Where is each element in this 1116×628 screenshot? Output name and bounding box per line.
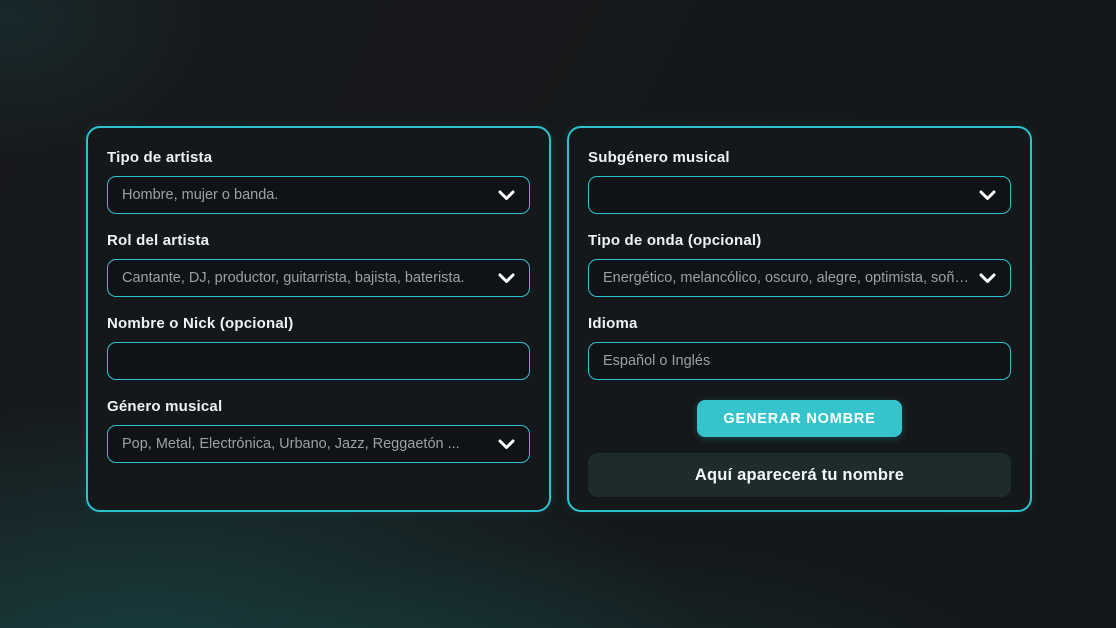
rol-del-artista-placeholder: Cantante, DJ, productor, guitarrista, ba… xyxy=(122,270,490,286)
subgenero-musical-label: Subgénero musical xyxy=(588,149,1011,166)
chevron-down-icon xyxy=(498,190,515,201)
idioma-label: Idioma xyxy=(588,315,1011,332)
genero-musical-placeholder: Pop, Metal, Electrónica, Urbano, Jazz, R… xyxy=(122,436,490,452)
generation-panel: Subgénero musical Tipo de onda (opcional… xyxy=(567,126,1032,512)
chevron-down-icon xyxy=(498,273,515,284)
nombre-nick-input[interactable] xyxy=(107,342,530,380)
chevron-down-icon xyxy=(498,439,515,450)
genero-musical-select[interactable]: Pop, Metal, Electrónica, Urbano, Jazz, R… xyxy=(107,425,530,463)
genero-musical-label: Género musical xyxy=(107,398,530,415)
tipo-de-artista-placeholder: Hombre, mujer o banda. xyxy=(122,187,490,203)
tipo-de-onda-placeholder: Energético, melancólico, oscuro, alegre,… xyxy=(603,270,971,286)
chevron-down-icon xyxy=(979,273,996,284)
generate-name-button[interactable]: GENERAR NOMBRE xyxy=(697,400,901,437)
field-row-nombre-nick: Nombre o Nick (opcional) xyxy=(107,315,530,380)
tipo-de-onda-label: Tipo de onda (opcional) xyxy=(588,232,1011,249)
artist-info-panel: Tipo de artista Hombre, mujer o banda. R… xyxy=(86,126,551,512)
field-row-subgenero-musical: Subgénero musical xyxy=(588,149,1011,214)
field-row-idioma: Idioma xyxy=(588,315,1011,380)
rol-del-artista-label: Rol del artista xyxy=(107,232,530,249)
result-placeholder-text: Aquí aparecerá tu nombre xyxy=(695,466,904,485)
field-row-rol-del-artista: Rol del artista Cantante, DJ, productor,… xyxy=(107,232,530,297)
tipo-de-onda-select[interactable]: Energético, melancólico, oscuro, alegre,… xyxy=(588,259,1011,297)
rol-del-artista-select[interactable]: Cantante, DJ, productor, guitarrista, ba… xyxy=(107,259,530,297)
tipo-de-artista-label: Tipo de artista xyxy=(107,149,530,166)
chevron-down-icon xyxy=(979,190,996,201)
tipo-de-artista-select[interactable]: Hombre, mujer o banda. xyxy=(107,176,530,214)
nombre-nick-label: Nombre o Nick (opcional) xyxy=(107,315,530,332)
idioma-input[interactable] xyxy=(588,342,1011,380)
field-row-tipo-de-artista: Tipo de artista Hombre, mujer o banda. xyxy=(107,149,530,214)
subgenero-musical-select[interactable] xyxy=(588,176,1011,214)
generate-button-container: GENERAR NOMBRE xyxy=(588,400,1011,437)
field-row-genero-musical: Género musical Pop, Metal, Electrónica, … xyxy=(107,398,530,463)
form-panels: Tipo de artista Hombre, mujer o banda. R… xyxy=(86,126,1032,512)
result-display-box: Aquí aparecerá tu nombre xyxy=(588,453,1011,497)
field-row-tipo-de-onda: Tipo de onda (opcional) Energético, mela… xyxy=(588,232,1011,297)
